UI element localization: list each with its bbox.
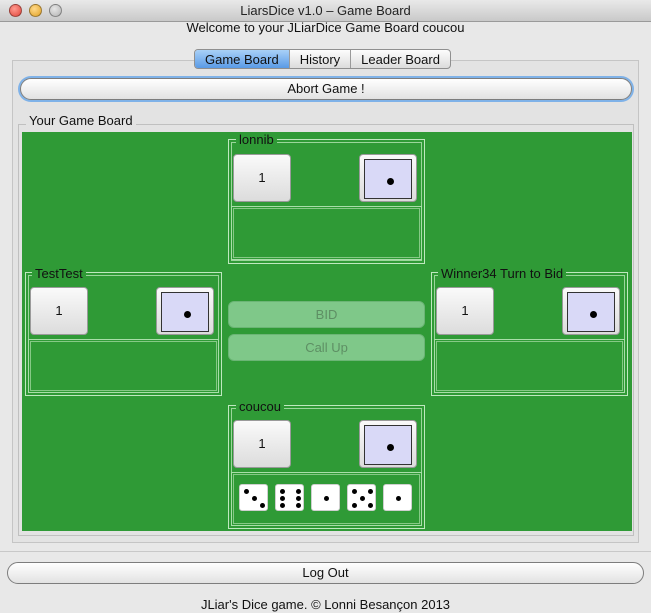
tab-leader-board[interactable]: Leader Board: [351, 50, 450, 68]
die-face-one-icon: [161, 292, 209, 332]
game-board-title: Your Game Board: [26, 113, 136, 128]
dice-area-top: [231, 206, 422, 260]
bid-count-top: 1: [233, 154, 291, 202]
die-one-icon: [383, 484, 412, 511]
die-five-icon: [347, 484, 376, 511]
window-title: LiarsDice v1.0 – Game Board: [240, 3, 411, 18]
bid-face-bottom: [359, 420, 417, 468]
log-out-button[interactable]: Log Out: [7, 562, 644, 584]
player-name-right: Winner34 Turn to Bid: [438, 266, 567, 281]
bid-count-right: 1: [436, 287, 494, 335]
die-three-icon: [239, 484, 268, 511]
bid-button[interactable]: BID: [228, 301, 425, 328]
separator: [0, 551, 651, 552]
tab-history[interactable]: History: [290, 50, 352, 68]
die-face-one-icon: [364, 425, 412, 465]
player-name-left: TestTest: [32, 266, 86, 281]
dice-area-left: [28, 339, 219, 393]
title-bar: LiarsDice v1.0 – Game Board: [0, 0, 651, 22]
tab-bar: Game Board History Leader Board: [194, 49, 451, 69]
bid-count-left: 1: [30, 287, 88, 335]
player-name-bottom: coucou: [236, 399, 284, 414]
welcome-message: Welcome to your JLiarDice Game Board cou…: [186, 20, 465, 35]
bid-face-left: [156, 287, 214, 335]
footer-credit: JLiar's Dice game. © Lonni Besançon 2013: [200, 597, 451, 612]
tab-game-board[interactable]: Game Board: [195, 50, 290, 68]
dice-area-right: [434, 339, 625, 393]
die-face-one-icon: [567, 292, 615, 332]
die-six-icon: [275, 484, 304, 511]
bid-face-top: [359, 154, 417, 202]
bid-count-bottom: 1: [233, 420, 291, 468]
bid-face-right: [562, 287, 620, 335]
abort-game-button[interactable]: Abort Game !: [20, 78, 632, 100]
die-face-one-icon: [364, 159, 412, 199]
call-up-button[interactable]: Call Up: [228, 334, 425, 361]
die-one-icon: [311, 484, 340, 511]
player-name-top: lonnib: [236, 132, 277, 147]
